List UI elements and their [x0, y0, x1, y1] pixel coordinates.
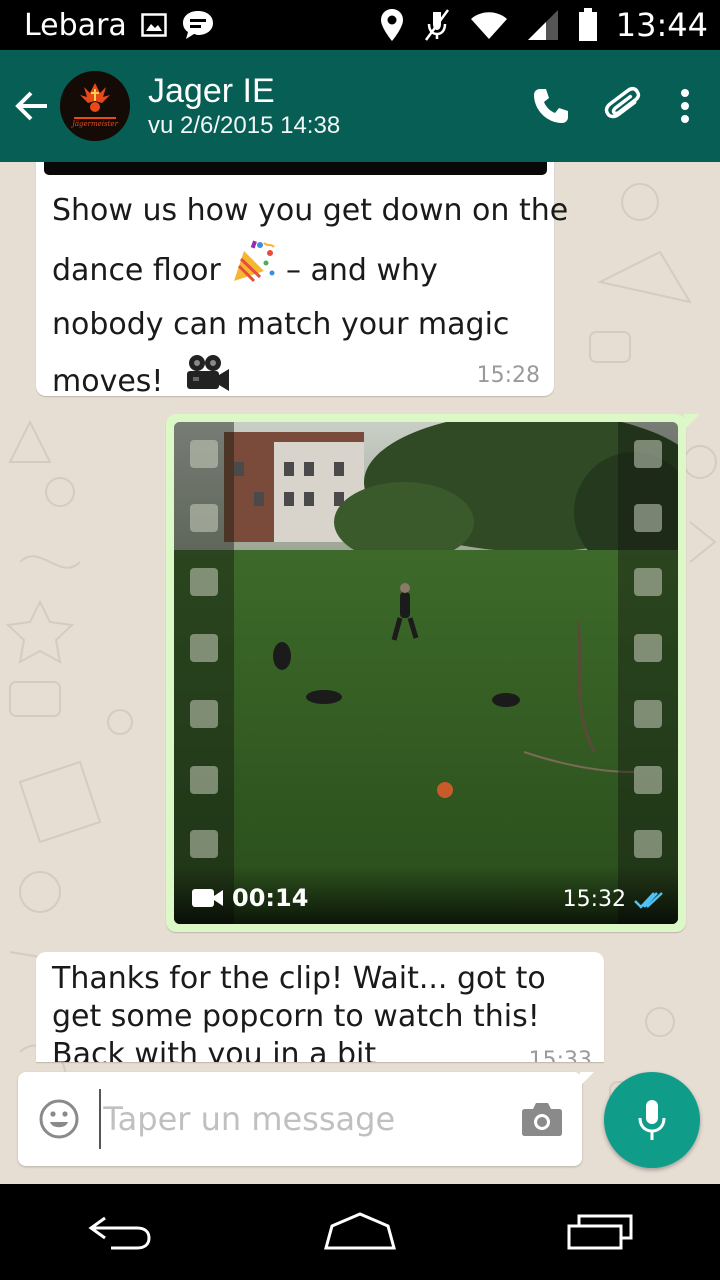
nav-home-button[interactable]: [300, 1192, 420, 1272]
image-icon: [141, 13, 167, 37]
status-bar: Lebara 13:44: [0, 0, 720, 50]
chat-header: Jägermeister Jager IE vu 2/6/2015 14:38: [0, 50, 720, 162]
svg-text:Jägermeister: Jägermeister: [70, 120, 119, 128]
camera-button[interactable]: [502, 1101, 582, 1137]
paperclip-icon: [604, 86, 641, 119]
message-line: nobody can match your magic: [52, 307, 510, 342]
message-time: 15:28: [476, 363, 540, 388]
message-text: Show us how you get down on the dance fl…: [52, 182, 569, 412]
video-duration: 00:14: [192, 884, 308, 912]
more-options-button[interactable]: [680, 88, 690, 124]
message-time: 15:33: [528, 1048, 592, 1062]
phone-icon: [534, 89, 568, 123]
message-line: dance floor: [52, 253, 221, 288]
message-line: – and why: [285, 253, 438, 288]
arrow-left-icon: [15, 91, 47, 121]
message-text: Thanks for the clip! Wait... got to get …: [52, 961, 546, 1062]
video-thumbnail[interactable]: 00:14 15:32: [174, 422, 678, 924]
jagermeister-logo: Jägermeister: [60, 71, 130, 141]
microphone-icon: [638, 1100, 666, 1140]
carrier-label: Lebara: [24, 7, 127, 43]
signal-icon: [526, 9, 560, 41]
camera-icon: [522, 1103, 563, 1136]
nav-recents-button[interactable]: [540, 1192, 660, 1272]
emoji-button[interactable]: [18, 1098, 99, 1140]
message-composer: [18, 1072, 594, 1166]
attach-button[interactable]: [604, 85, 646, 127]
clock: 13:44: [615, 6, 708, 44]
message-time: 15:32: [563, 887, 664, 912]
call-button[interactable]: [532, 87, 570, 125]
party-popper-icon: [230, 239, 276, 304]
wifi-icon: [470, 10, 508, 40]
contact-info[interactable]: Jager IE vu 2/6/2015 14:38: [148, 71, 340, 141]
nav-back-button[interactable]: [60, 1192, 180, 1272]
double-check-read-icon: [634, 891, 663, 909]
chat-notification-icon: [181, 9, 215, 41]
message-bubble-incoming[interactable]: Show us how you get down on the dance fl…: [36, 162, 568, 399]
home-nav-icon: [324, 1212, 396, 1250]
message-line: moves!: [52, 364, 164, 399]
location-icon: [380, 8, 404, 42]
message-line: Show us how you get down on the: [52, 193, 569, 228]
back-button[interactable]: [4, 50, 60, 162]
smiley-icon: [39, 1099, 79, 1139]
image-preview-edge: [44, 162, 547, 175]
voice-record-button[interactable]: [604, 1072, 700, 1168]
message-input[interactable]: [99, 1089, 503, 1149]
mute-icon: [422, 8, 452, 42]
contact-name: Jager IE: [148, 72, 275, 110]
avatar[interactable]: Jägermeister: [60, 71, 130, 141]
video-camera-icon: [192, 889, 223, 907]
system-navigation-bar: [0, 1184, 720, 1280]
recents-nav-icon: [567, 1214, 633, 1250]
chat-area[interactable]: Show us how you get down on the dance fl…: [0, 162, 720, 1184]
more-vertical-icon: [681, 89, 689, 123]
last-seen: vu 2/6/2015 14:38: [148, 112, 341, 139]
message-bubble-incoming[interactable]: Thanks for the clip! Wait... got to get …: [36, 952, 604, 1062]
battery-icon: [578, 8, 598, 42]
back-nav-icon: [88, 1216, 151, 1250]
video-frame: [174, 422, 678, 924]
movie-camera-icon: [183, 353, 231, 412]
message-bubble-outgoing[interactable]: 00:14 15:32: [166, 414, 700, 932]
